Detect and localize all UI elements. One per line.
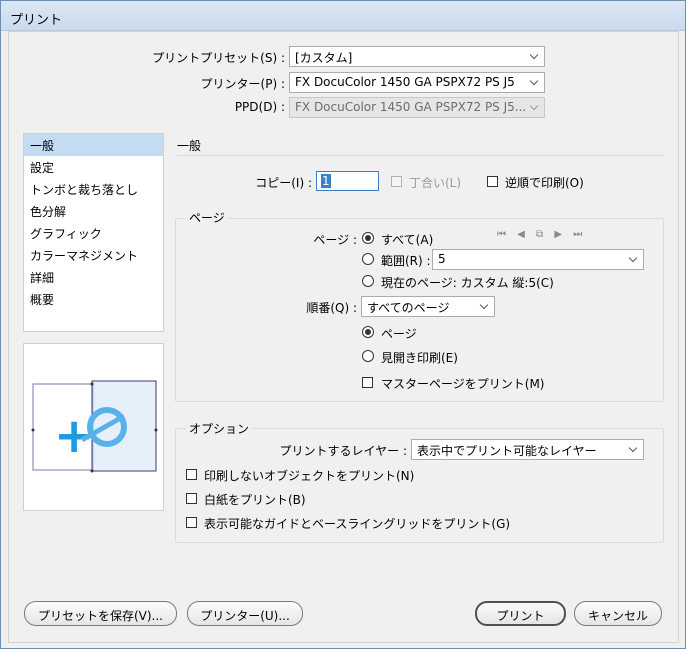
preset-value: [カスタム] xyxy=(295,51,353,65)
sidebar-item-advanced[interactable]: 詳細 xyxy=(24,266,163,288)
layers-value: 表示中でプリント可能なレイヤー xyxy=(417,444,597,458)
spreads-option-label: 見開き印刷(E) xyxy=(381,351,458,365)
sidebar-item-marks-bleed[interactable]: トンボと裁ち落とし xyxy=(24,178,163,200)
pages-option-label: ページ xyxy=(381,327,417,341)
options-group-title: オプション xyxy=(186,420,253,437)
nonprinting-checkbox[interactable] xyxy=(186,469,197,480)
section-divider xyxy=(177,155,664,156)
guides-label: 表示可能なガイドとベースライングリッドをプリント(G) xyxy=(204,517,511,531)
chevron-down-icon[interactable] xyxy=(628,253,638,265)
sequence-value: すべてのページ xyxy=(367,301,450,315)
printer-dropdown[interactable]: FX DocuColor 1450 GA PSPX72 PS J5 xyxy=(289,72,545,93)
page-preview: + xyxy=(23,343,164,511)
preset-label: プリントプリセット(S) : xyxy=(152,51,285,65)
chevron-down-icon xyxy=(529,76,539,88)
print-master-checkbox[interactable] xyxy=(362,377,373,388)
printer-label: プリンター(P) : xyxy=(200,77,285,91)
all-pages-radio[interactable] xyxy=(362,232,374,244)
save-preset-button[interactable]: プリセットを保存(V)... xyxy=(24,601,177,626)
collate-checkbox xyxy=(391,176,402,187)
all-pages-label: すべて(A) xyxy=(381,233,434,247)
range-radio[interactable] xyxy=(362,253,374,265)
section-title: 一般 xyxy=(177,139,202,153)
layers-dropdown[interactable]: 表示中でプリント可能なレイヤー xyxy=(411,439,644,460)
pages-group-title: ページ xyxy=(186,209,228,226)
printer-value: FX DocuColor 1450 GA PSPX72 PS J5 xyxy=(295,75,515,89)
reverse-order-label: 逆順で印刷(O) xyxy=(505,176,584,190)
page-navigation-icons: ⏮ ◀ ⧉ ▶ ⏭ xyxy=(497,229,587,240)
range-value: 5 xyxy=(438,252,446,266)
pages-label: ページ : xyxy=(313,233,357,247)
print-dialog: プリント プリントプリセット(S) : [カスタム] プリンター(P) : FX… xyxy=(0,0,686,649)
ppd-dropdown: FX DocuColor 1450 GA PSPX72 PS J5... xyxy=(289,97,545,118)
range-label: 範囲(R) : xyxy=(381,254,431,268)
sidebar-item-color-management[interactable]: カラーマネジメント xyxy=(24,244,163,266)
nonprinting-label: 印刷しないオブジェクトをプリント(N) xyxy=(204,469,415,483)
copies-input[interactable]: 1 xyxy=(316,171,379,191)
preset-dropdown[interactable]: [カスタム] xyxy=(289,46,545,67)
current-page-label: 現在のページ: カスタム 縦:5(C) xyxy=(381,276,554,290)
printer-button[interactable]: プリンター(U)... xyxy=(187,601,303,626)
reverse-order-checkbox[interactable] xyxy=(487,176,498,187)
sidebar-item-output[interactable]: 色分解 xyxy=(24,200,163,222)
range-input[interactable]: 5 xyxy=(432,249,644,270)
chevron-down-icon xyxy=(628,443,638,455)
cancel-button[interactable]: キャンセル xyxy=(574,601,662,626)
sidebar-item-general[interactable]: 一般 xyxy=(24,134,163,156)
window-title: プリント xyxy=(10,13,63,28)
sidebar-item-graphics[interactable]: グラフィック xyxy=(24,222,163,244)
chevron-down-icon xyxy=(479,300,489,312)
title-bar: プリント xyxy=(1,1,685,31)
current-page-radio[interactable] xyxy=(362,275,374,287)
sequence-dropdown[interactable]: すべてのページ xyxy=(361,296,495,317)
chevron-down-icon xyxy=(529,101,539,113)
ppd-value: FX DocuColor 1450 GA PSPX72 PS J5... xyxy=(295,100,527,114)
chevron-down-icon xyxy=(529,50,539,62)
copies-label: コピー(I) : xyxy=(255,176,312,190)
preview-graphic: + xyxy=(31,380,158,473)
ppd-label: PPD(D) : xyxy=(234,100,285,114)
blank-pages-label: 白紙をプリント(B) xyxy=(204,493,306,507)
collate-label: 丁合い(L) xyxy=(409,176,462,190)
print-master-label: マスターページをプリント(M) xyxy=(381,377,545,391)
sequence-label: 順番(Q) : xyxy=(306,301,357,315)
category-list: 一般 設定 トンボと裁ち落とし 色分解 グラフィック カラーマネジメント 詳細 … xyxy=(23,133,164,332)
blank-pages-checkbox[interactable] xyxy=(186,493,197,504)
layers-label: プリントするレイヤー : xyxy=(279,444,408,458)
copies-value: 1 xyxy=(321,174,331,188)
sidebar-item-summary[interactable]: 概要 xyxy=(24,288,163,310)
pages-radio[interactable] xyxy=(362,326,374,338)
sidebar-item-setup[interactable]: 設定 xyxy=(24,156,163,178)
spreads-radio[interactable] xyxy=(362,350,374,362)
guides-checkbox[interactable] xyxy=(186,517,197,528)
print-button[interactable]: プリント xyxy=(475,601,566,626)
